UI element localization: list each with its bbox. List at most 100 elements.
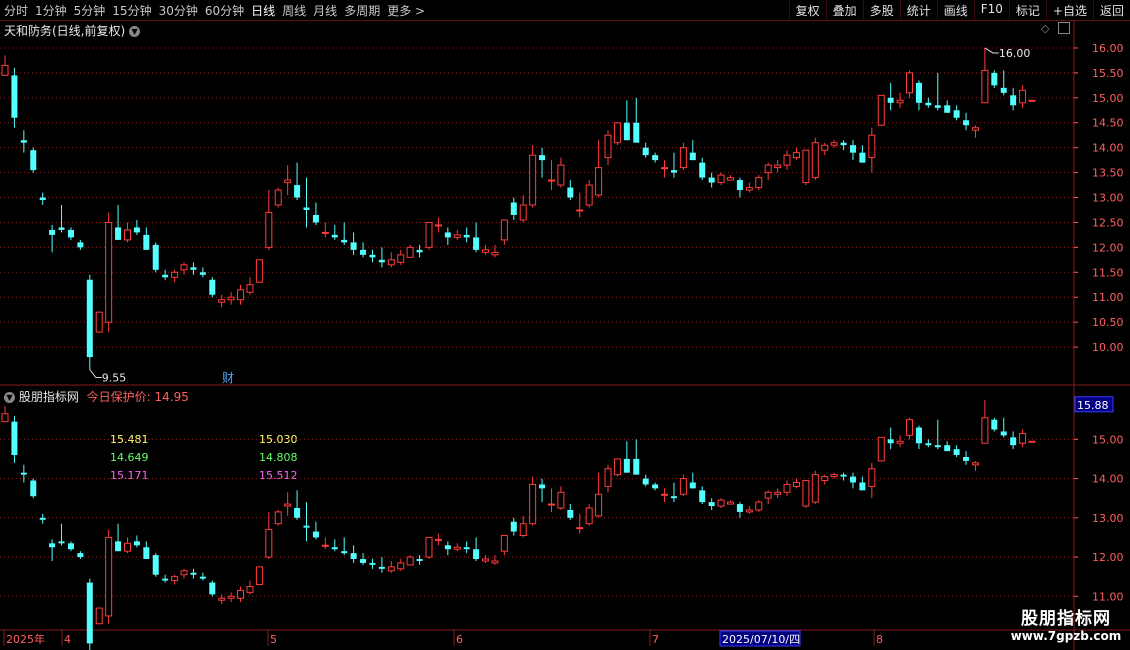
indicator-candle-body [265,529,273,558]
indicator-candle-body [209,582,216,595]
indicator-candle-body [360,559,367,563]
main-candle-body [265,211,273,248]
indicator-candle-body [557,491,565,509]
main-candle-body [58,227,65,230]
main-candle-body [811,142,819,179]
main-candle-body [567,187,574,198]
indicator-candle-body [887,439,894,444]
indicator-candle-body [378,566,385,569]
main-candle-body [557,164,565,186]
indicator-candle-body [491,560,499,564]
indicator-candle-body [991,419,998,430]
main-candle-body [868,134,876,159]
indicator-candle-body [482,558,490,562]
indicator-candle-body [500,534,508,552]
main-candle-body [434,224,442,227]
finance-event-marker: 财 [222,371,234,385]
indicator-candle-body [896,440,904,444]
indicator-candle-body [123,542,131,552]
indicator-candle-body [717,499,725,507]
indicator-candle-body [321,544,329,547]
main-y-tick-label: 14.50 [1092,117,1124,130]
main-candle-body [105,221,113,323]
indicator-candle-body [811,474,819,503]
main-candle-body [294,185,301,198]
indicator-candle-body [369,562,376,565]
indicator-candle-body [877,436,885,462]
main-candle-body [783,154,791,166]
indicator-candle-body [539,484,546,489]
indicator-candle-body [1000,431,1007,436]
main-candle-body [510,202,517,215]
main-candle-body [453,234,461,238]
indicator-candle-body [237,589,245,599]
indicator-candle-body [246,585,254,593]
indicator-candle-body [95,607,103,625]
main-candle-body [642,147,649,156]
main-candle-body [284,179,292,184]
indicator-y-tick-label: 15.00 [1092,433,1124,446]
indicator-candle-body [133,541,140,546]
main-candle-body [821,144,829,151]
indicator-candle-body [115,541,122,552]
indicator-candle-body [227,595,235,599]
main-candle-body [143,234,150,250]
main-candle-body [190,267,197,270]
indicator-candle-body [199,576,206,579]
indicator-candle-body [77,553,84,558]
indicator-candle-body [764,491,772,499]
main-y-tick-label: 16.00 [1092,42,1124,55]
main-candle-body [39,197,46,201]
main-candle-body [792,152,800,159]
kline-chart[interactable]: 16.00 15.50 15.00 14.50 14.00 13.50 13.00 12.50… [0,0,1130,650]
main-candle-body [830,142,838,146]
watermark-url: www.7gpzb.com [1010,629,1122,643]
main-candle-body [473,237,480,250]
indicator-candle-body [585,507,593,525]
indicator-candle-body [434,538,442,541]
watermark: 股朋指标网 www.7gpzb.com [1006,604,1126,648]
main-candle-body [859,152,866,163]
indicator-y-tick-label: 12.00 [1092,551,1124,564]
main-candle-body [387,259,395,266]
main-candle-body [123,229,131,241]
indicator-candle-body [652,484,659,489]
indicator-candle-body [255,566,263,586]
indicator-candle-body [915,427,922,444]
indicator-candle-body [416,559,423,561]
indicator-candle-body [49,543,56,548]
cursor-date-label: 2025/07/10/四 [722,633,800,646]
main-y-tick-label: 15.50 [1092,67,1124,80]
indicator-candle-body [604,468,612,487]
main-candle-body [378,259,385,263]
indicator-candle-body [1019,432,1027,444]
indicator-candle-body [925,443,932,446]
main-candle-body [162,274,169,278]
indicator-candle-body [642,478,649,485]
indicator-candle-body [821,476,829,482]
indicator-candle-body [274,511,282,525]
indicator-candle-body [341,551,348,554]
indicator-candle-body [444,545,451,550]
main-y-tick-label: 10.50 [1092,316,1124,329]
main-candle-body [312,214,319,223]
main-candle-body [991,72,998,86]
main-candle-body [576,209,584,212]
main-candle-body [321,231,329,234]
high-marker-line [984,47,999,54]
main-candle-body [981,69,989,104]
indicator-candle-body [906,419,914,436]
indicator-candle-body [623,458,630,473]
main-y-tick-label: 13.50 [1092,167,1124,180]
indicator-candle-body [1028,440,1036,443]
main-candle-body [67,229,74,238]
main-candle-body [180,264,188,271]
indicator-candle-body [397,562,405,570]
axis-highlight-value: 15.88 [1077,399,1109,412]
main-candle-body [774,164,782,169]
main-candle-body [745,187,753,191]
main-candle-body [906,72,914,94]
main-candle-body [652,155,659,161]
main-candle-body [877,94,885,126]
indicator-candle-body [30,480,37,497]
